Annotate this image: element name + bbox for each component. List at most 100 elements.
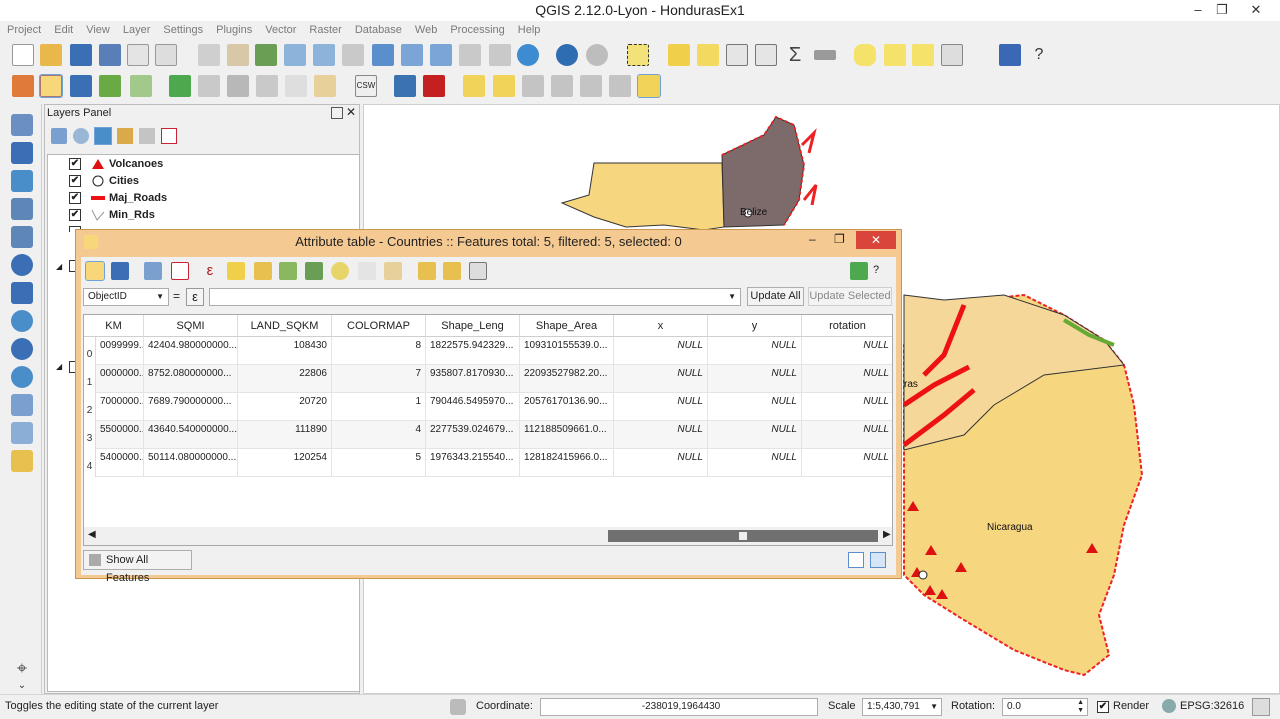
add-db2-layer-icon[interactable] (11, 282, 33, 304)
delete-column-icon[interactable] (443, 262, 461, 280)
coordinate-field[interactable]: -238019,1964430 (540, 698, 818, 716)
table-cell[interactable]: 2277539.024679... (426, 421, 520, 449)
save-as-icon[interactable] (99, 44, 121, 66)
help-contents-icon[interactable] (999, 44, 1021, 66)
change-label-icon[interactable] (637, 74, 661, 98)
table-cell[interactable]: NULL (614, 393, 708, 421)
toggle-editing-icon[interactable] (85, 261, 105, 281)
spin-arrows-icon[interactable]: ▲ ▼ (1077, 699, 1084, 715)
delete-selected-icon[interactable] (227, 75, 249, 97)
menu-project[interactable]: Project (0, 21, 47, 38)
add-vector-layer-icon[interactable] (11, 114, 33, 136)
panel-float-icon[interactable] (331, 107, 343, 119)
table-cell[interactable]: 7689.790000000... (144, 393, 238, 421)
scroll-left-arrow-icon[interactable]: ◀ (88, 529, 96, 540)
table-cell[interactable]: 43640.540000000... (144, 421, 238, 449)
table-cell[interactable]: 5 (332, 449, 426, 477)
add-delimited-text-icon[interactable] (11, 394, 33, 416)
zoom-in-icon[interactable] (284, 44, 306, 66)
save-project-icon[interactable] (70, 44, 92, 66)
close-button[interactable]: ✕ (1236, 0, 1276, 21)
menu-database[interactable]: Database (348, 21, 408, 38)
minimize-button[interactable]: – (809, 232, 827, 246)
zoom-last-icon[interactable] (459, 44, 481, 66)
update-all-button[interactable]: Update All (747, 287, 804, 306)
new-bookmark-icon[interactable] (884, 44, 906, 66)
copy-rows-icon[interactable] (358, 262, 376, 280)
row-header[interactable]: 4 (84, 449, 96, 477)
layer-checkbox[interactable]: ✔ (69, 209, 81, 221)
menu-help[interactable]: Help (511, 21, 547, 38)
dock-window-icon[interactable] (850, 262, 868, 280)
add-spatialite-layer-icon[interactable] (11, 198, 33, 220)
coordinate-toggle-icon[interactable] (450, 699, 466, 715)
invert-selection-icon[interactable] (279, 262, 297, 280)
pan-to-selected-icon[interactable] (305, 262, 323, 280)
table-cell[interactable]: NULL (708, 365, 802, 393)
delete-features-icon[interactable] (171, 262, 189, 280)
column-header[interactable]: Shape_Leng (426, 315, 520, 337)
column-header[interactable]: SQMI (144, 315, 238, 337)
zoom-to-selected-icon[interactable] (331, 262, 349, 280)
table-cell[interactable]: 1 (332, 393, 426, 421)
save-layer-edits-icon[interactable] (70, 75, 92, 97)
move-feature-icon[interactable] (169, 75, 191, 97)
new-spatialite-icon[interactable] (11, 450, 33, 472)
table-cell[interactable]: 109310155539.0... (520, 337, 614, 365)
table-cell[interactable]: 112188509661.0... (520, 421, 614, 449)
table-cell[interactable]: NULL (708, 393, 802, 421)
table-cell[interactable]: 8752.080000000... (144, 365, 238, 393)
messages-icon[interactable] (1252, 698, 1270, 716)
paste-features-icon[interactable] (314, 75, 336, 97)
table-cell[interactable]: 5500000... (96, 421, 144, 449)
toggle-editing-pencil-icon[interactable] (39, 74, 63, 98)
maximize-button[interactable]: ❐ (834, 232, 852, 246)
horizontal-scrollbar[interactable]: ◀ ▶ (84, 527, 892, 545)
open-attribute-table-icon[interactable] (726, 44, 748, 66)
new-shapefile-icon[interactable] (11, 422, 33, 444)
update-selected-button[interactable]: Update Selected (808, 287, 892, 306)
table-cell[interactable]: NULL (708, 421, 802, 449)
table-cell[interactable]: NULL (802, 365, 892, 393)
new-project-icon[interactable] (12, 44, 34, 66)
csw-icon[interactable]: CSW (355, 75, 377, 97)
menu-raster[interactable]: Raster (302, 21, 347, 38)
cut-features-icon[interactable] (256, 75, 278, 97)
table-cell[interactable]: NULL (614, 365, 708, 393)
table-cell[interactable]: 50114.080000000... (144, 449, 238, 477)
save-edits-icon[interactable] (111, 262, 129, 280)
current-edits-icon[interactable] (12, 75, 34, 97)
expand-all-icon[interactable] (117, 128, 133, 144)
manage-visibility-icon[interactable] (73, 128, 89, 144)
table-cell[interactable]: 0000000... (96, 365, 144, 393)
row-header[interactable]: 0 (84, 337, 96, 365)
table-cell[interactable]: 120254 (238, 449, 332, 477)
table-cell[interactable]: 128182415966.0... (520, 449, 614, 477)
table-cell[interactable]: 20576170136.90... (520, 393, 614, 421)
expand-arrow-icon[interactable]: ◢ (56, 262, 62, 271)
column-header[interactable]: Shape_Area (520, 315, 614, 337)
paste-rows-icon[interactable] (384, 262, 402, 280)
action-icon[interactable] (586, 44, 608, 66)
new-print-composer-icon[interactable] (127, 44, 149, 66)
menu-processing[interactable]: Processing (443, 21, 510, 38)
open-project-icon[interactable] (40, 44, 62, 66)
menu-layer[interactable]: Layer (116, 21, 157, 38)
field-calculator-icon[interactable] (469, 262, 487, 280)
row-header[interactable]: 1 (84, 365, 96, 393)
pin-labels-icon[interactable] (522, 75, 544, 97)
table-cell[interactable]: NULL (614, 337, 708, 365)
table-cell[interactable]: 790446.5495970... (426, 393, 520, 421)
table-cell[interactable]: NULL (708, 337, 802, 365)
table-cell[interactable]: 108430 (238, 337, 332, 365)
menu-edit[interactable]: Edit (47, 21, 79, 38)
python-console-icon[interactable] (394, 75, 416, 97)
expression-button[interactable]: ε (186, 288, 204, 306)
render-checkbox[interactable]: ✔ (1097, 701, 1109, 713)
field-select[interactable]: ObjectID ▼ (83, 288, 169, 306)
zoom-full-icon[interactable] (372, 44, 394, 66)
row-header[interactable]: 3 (84, 421, 96, 449)
collapse-all-icon[interactable] (139, 128, 155, 144)
text-annotation-icon[interactable] (941, 44, 963, 66)
add-wcs-layer-icon[interactable] (11, 338, 33, 360)
